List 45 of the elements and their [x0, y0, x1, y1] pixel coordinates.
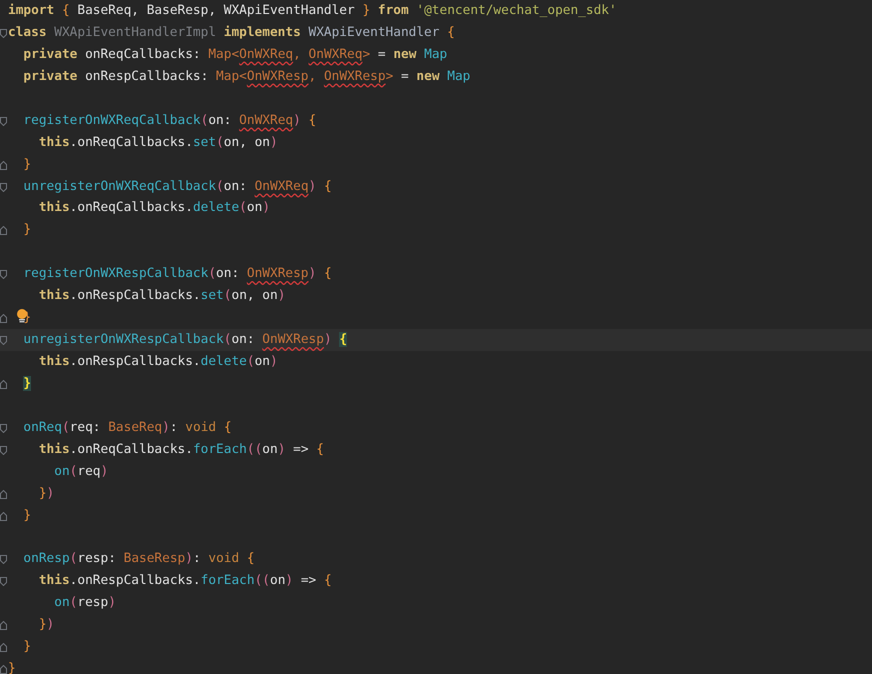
code-line: import { BaseReq, BaseResp, WXApiEventHandler } from '@tencent/wechat_open_sdk'	[8, 2, 617, 20]
code-line: })	[38, 484, 54, 503]
code-line: this.onRespCallbacks.set(on, on)	[38, 287, 286, 306]
fold-marker-icon[interactable]	[0, 424, 7, 433]
code-line: private onRespCallbacks: Map<OnWXResp, OnWXResp> = new Map	[23, 68, 470, 86]
fold-marker-icon[interactable]	[0, 116, 7, 126]
fold-marker-icon[interactable]	[0, 446, 7, 455]
fold-marker-icon[interactable]	[0, 182, 7, 192]
code-line: unregisterOnWXRespCallback(on: OnWXResp) {	[23, 331, 348, 350]
code-line: this.onReqCallbacks.forEach((on) => {	[38, 440, 324, 459]
code-line: registerOnWXRespCallback(on: OnWXResp) {	[23, 265, 332, 284]
code-line: on(resp)	[54, 594, 116, 612]
fold-marker-icon[interactable]	[0, 665, 7, 674]
code-line: }	[23, 221, 32, 240]
fold-marker-icon[interactable]	[0, 226, 7, 236]
code-line: }	[23, 638, 32, 656]
fold-marker-icon[interactable]	[0, 160, 7, 170]
fold-marker-icon[interactable]	[0, 512, 7, 521]
fold-marker-icon[interactable]	[0, 314, 7, 324]
code-line: on(req)	[54, 462, 108, 481]
code-line: this.onRespCallbacks.forEach((on) => {	[38, 572, 332, 590]
code-line: this.onRespCallbacks.delete(on)	[38, 353, 278, 371]
fold-marker-icon[interactable]	[0, 643, 7, 652]
fold-marker-icon[interactable]	[0, 621, 7, 630]
fold-marker-icon[interactable]	[0, 270, 7, 280]
fold-marker-icon[interactable]	[0, 380, 7, 389]
code-line: onResp(resp: BaseResp): void {	[23, 550, 255, 568]
code-line: }	[8, 660, 16, 674]
code-line: }	[23, 309, 32, 328]
code-line: }	[23, 156, 32, 174]
code-line: class WXApiEventHandlerImpl implements WXApiEventHandler {	[8, 24, 455, 42]
code-line: })	[38, 616, 54, 634]
code-line: this.onReqCallbacks.set(on, on)	[38, 134, 278, 152]
lightbulb-icon[interactable]	[16, 309, 28, 324]
fold-marker-icon[interactable]	[0, 555, 7, 564]
code-line: registerOnWXReqCallback(on: OnWXReq) {	[23, 112, 316, 130]
code-line: this.onReqCallbacks.delete(on)	[38, 199, 270, 218]
code-line: onReq(req: BaseReq): void {	[23, 418, 232, 437]
code-line: }	[23, 506, 32, 525]
fold-marker-icon[interactable]	[0, 577, 7, 586]
fold-marker-icon[interactable]	[0, 28, 7, 38]
code-line: unregisterOnWXReqCallback(on: OnWXReq) {	[23, 178, 332, 196]
fold-marker-icon[interactable]	[0, 336, 7, 346]
fold-marker-icon[interactable]	[0, 490, 7, 499]
code-line: private onReqCallbacks: Map<OnWXReq, OnWXReq> = new Map	[23, 46, 448, 64]
